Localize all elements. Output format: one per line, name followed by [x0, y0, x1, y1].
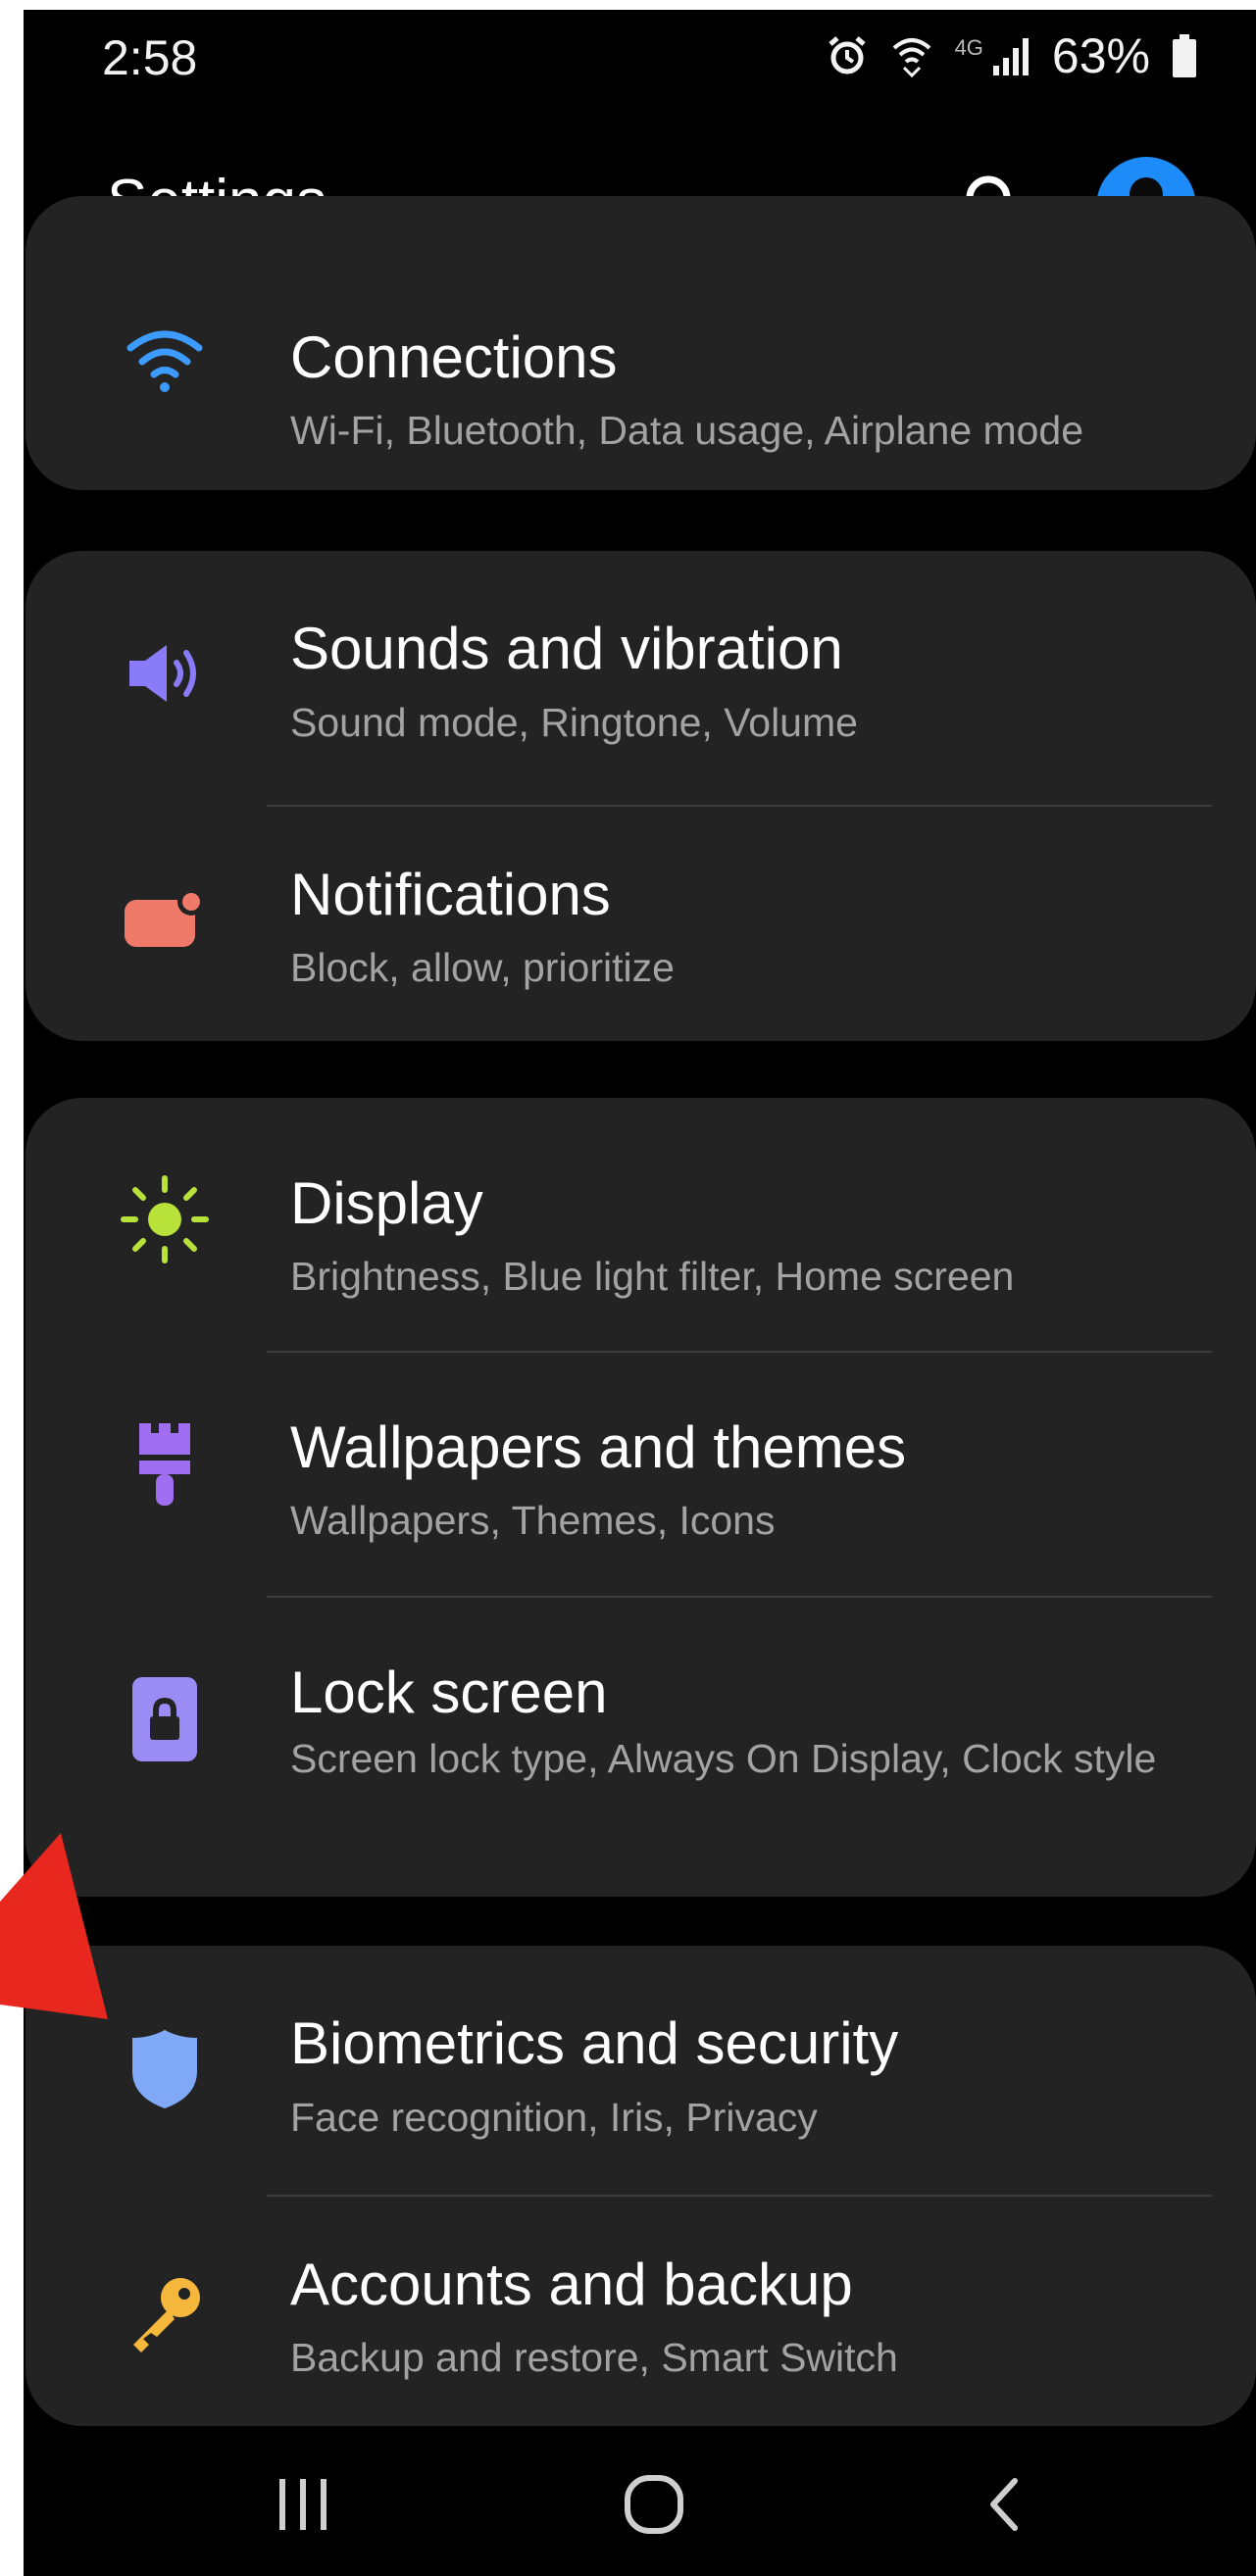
notification-icon	[116, 870, 214, 968]
phone-screen: 2:58 4G 63% Connections Wi-Fi, Bluetooth…	[24, 10, 1256, 2576]
setting-title: Wallpapers and themes	[290, 1414, 907, 1480]
setting-subtitle: Wallpapers, Themes, Icons	[290, 1498, 776, 1543]
alarm-icon	[826, 34, 869, 77]
setting-connections[interactable]: Connections Wi-Fi, Bluetooth, Data usage…	[25, 196, 1256, 490]
setting-accounts-and-backup[interactable]: Accounts and backup Backup and restore, …	[25, 2186, 1256, 2426]
home-icon	[625, 2475, 683, 2534]
battery-icon	[1172, 34, 1197, 77]
battery-level: 63%	[1051, 28, 1150, 83]
setting-title: Display	[290, 1170, 483, 1236]
signal-icon	[991, 36, 1030, 75]
back-icon	[990, 2478, 1018, 2531]
setting-subtitle: Screen lock type, Always On Display, Clo…	[290, 1736, 1157, 1781]
setting-lock-screen[interactable]: Lock screen Screen lock type, Always On …	[25, 1588, 1256, 1897]
setting-subtitle: Block, allow, prioritize	[290, 945, 675, 990]
brush-icon	[116, 1414, 214, 1512]
annotation-arrow	[0, 1833, 108, 2019]
setting-notifications[interactable]: Notifications Block, allow, prioritize	[25, 796, 1256, 1041]
setting-sounds-and-vibration[interactable]: Sounds and vibration Sound mode, Rington…	[25, 551, 1256, 796]
setting-wallpapers-and-themes[interactable]: Wallpapers and themes Wallpapers, Themes…	[25, 1343, 1256, 1588]
setting-subtitle: Face recognition, Iris, Privacy	[290, 2095, 818, 2140]
card-display: Display Brightness, Blue light filter, H…	[25, 1098, 1256, 1897]
setting-display[interactable]: Display Brightness, Blue light filter, H…	[25, 1098, 1256, 1343]
recents-icon	[279, 2479, 327, 2530]
sun-icon	[116, 1170, 214, 1268]
navigation-bar	[24, 2431, 1256, 2576]
setting-subtitle: Brightness, Blue light filter, Home scre…	[290, 1254, 1015, 1299]
status-time: 2:58	[102, 30, 198, 85]
setting-biometrics-and-security[interactable]: Biometrics and security Face recognition…	[25, 1946, 1256, 2186]
setting-title: Lock screen	[290, 1660, 608, 1725]
setting-title: Notifications	[290, 862, 611, 927]
wifi-icon	[116, 312, 214, 410]
setting-subtitle: Wi-Fi, Bluetooth, Data usage, Airplane m…	[290, 408, 1084, 453]
setting-subtitle: Sound mode, Ringtone, Volume	[290, 700, 858, 745]
back-button[interactable]	[950, 2451, 1058, 2558]
setting-title: Accounts and backup	[290, 2252, 853, 2317]
status-bar: 2:58 4G 63%	[24, 10, 1256, 113]
status-icons: 4G 63%	[826, 27, 1197, 84]
card-connections: Connections Wi-Fi, Bluetooth, Data usage…	[25, 196, 1256, 490]
home-button[interactable]	[600, 2451, 708, 2558]
setting-title: Biometrics and security	[290, 2010, 899, 2076]
recents-button[interactable]	[249, 2451, 357, 2558]
card-sounds-notifications: Sounds and vibration Sound mode, Rington…	[25, 551, 1256, 1041]
setting-title: Sounds and vibration	[290, 616, 843, 681]
lock-icon	[116, 1670, 214, 1768]
setting-title: Connections	[290, 324, 618, 390]
shield-icon	[116, 2020, 214, 2118]
card-security-accounts: Biometrics and security Face recognition…	[25, 1946, 1256, 2426]
wifi-calling-icon	[890, 32, 933, 79]
key-icon	[116, 2264, 214, 2362]
network-type: 4G	[954, 35, 983, 60]
speaker-icon	[116, 624, 214, 722]
setting-subtitle: Backup and restore, Smart Switch	[290, 2335, 898, 2380]
